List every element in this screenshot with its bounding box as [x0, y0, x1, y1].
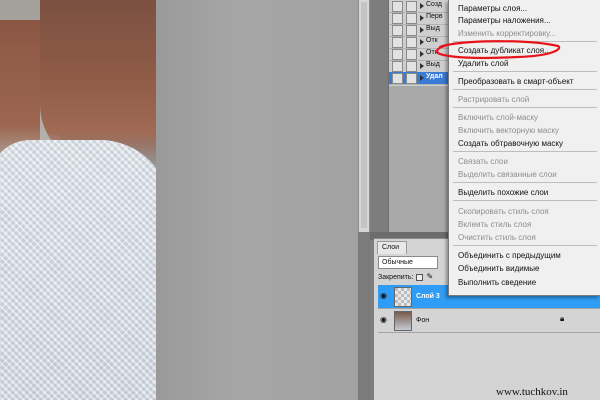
layer-context-menu: Параметры слоя... Параметры наложения...…	[448, 0, 600, 296]
expand-arrow-icon[interactable]	[420, 51, 424, 57]
dialog-toggle-icon[interactable]	[406, 37, 417, 48]
lock-icon: 🔒︎	[560, 314, 565, 323]
expand-arrow-icon[interactable]	[420, 15, 424, 21]
menu-item-rasterize-layer: Растрировать слой	[458, 95, 530, 104]
checkbox-icon[interactable]	[392, 61, 403, 72]
layer-thumbnail	[394, 287, 412, 307]
lock-pixels-brush-icon[interactable]: ✎	[426, 273, 434, 281]
menu-item-convert-smart-object[interactable]: Преобразовать в смарт-объект	[458, 77, 574, 86]
dialog-toggle-icon[interactable]	[406, 49, 417, 60]
canvas-background	[156, 0, 358, 400]
menu-item-enable-vector-mask: Включить векторную маску	[458, 126, 559, 135]
dialog-toggle-icon[interactable]	[406, 1, 417, 12]
menu-item-merge-down[interactable]: Объединить с предыдущим	[458, 251, 561, 260]
expand-arrow-icon[interactable]	[420, 27, 424, 33]
checkbox-icon[interactable]	[392, 25, 403, 36]
menu-separator	[453, 107, 597, 108]
tab-layers[interactable]: Слои	[377, 241, 407, 254]
menu-separator	[453, 151, 597, 152]
menu-item-layer-properties[interactable]: Параметры слоя...	[458, 4, 527, 13]
action-label: Отк	[426, 37, 438, 44]
menu-separator	[453, 245, 597, 246]
menu-separator	[453, 89, 597, 90]
menu-item-select-linked-layers: Выделить связанные слои	[458, 170, 557, 179]
menu-item-edit-adjustment: Изменить корректировку...	[458, 29, 557, 38]
expand-arrow-icon[interactable]	[420, 39, 424, 45]
action-label: Удал	[426, 73, 443, 80]
menu-item-paste-layer-style: Вклеить стиль слоя	[458, 220, 532, 229]
dialog-toggle-icon[interactable]	[406, 61, 417, 72]
menu-item-select-similar-layers[interactable]: Выделить похожие слои	[458, 188, 548, 197]
layer-row[interactable]: ◉ Фон 🔒︎	[378, 309, 600, 333]
eye-icon[interactable]: ◉	[380, 292, 390, 300]
menu-item-duplicate-layer[interactable]: Создать дубликат слоя...	[458, 46, 551, 55]
menu-separator	[453, 182, 597, 183]
checkbox-icon[interactable]	[392, 13, 403, 24]
lock-label: Закрепить:	[378, 273, 414, 281]
menu-item-link-layers: Связать слои	[458, 157, 508, 166]
checkbox-icon[interactable]	[392, 49, 403, 60]
vertical-scrollbar[interactable]	[358, 0, 370, 232]
menu-item-clear-layer-style: Очистить стиль слоя	[458, 233, 536, 242]
dialog-toggle-icon[interactable]	[406, 13, 417, 24]
menu-item-enable-layer-mask: Включить слой-маску	[458, 113, 538, 122]
menu-item-flatten-image[interactable]: Выполнить сведение	[458, 278, 536, 287]
expand-arrow-icon[interactable]	[420, 63, 424, 69]
layer-name[interactable]: Слой 3	[416, 293, 440, 300]
expand-arrow-icon[interactable]	[420, 75, 424, 81]
dialog-toggle-icon[interactable]	[406, 73, 417, 84]
watermark-text: www.tuchkov.in	[496, 386, 568, 398]
menu-separator	[453, 71, 597, 72]
lock-transparency-icon[interactable]	[416, 273, 424, 281]
menu-separator	[453, 200, 597, 201]
action-label: Выд	[426, 61, 440, 68]
expand-arrow-icon[interactable]	[420, 3, 424, 9]
dialog-toggle-icon[interactable]	[406, 25, 417, 36]
menu-item-create-clipping-mask[interactable]: Создать обтравочную маску	[458, 139, 563, 148]
checkbox-icon[interactable]	[392, 1, 403, 12]
canvas-photo	[0, 0, 156, 400]
layer-name[interactable]: Фон	[416, 317, 429, 324]
menu-item-delete-layer[interactable]: Удалить слой	[458, 59, 508, 68]
eye-icon[interactable]: ◉	[380, 316, 390, 324]
lock-row: Закрепить: ✎	[378, 271, 458, 283]
action-label: Созд	[426, 1, 443, 8]
menu-item-blending-options[interactable]: Параметры наложения...	[458, 16, 551, 25]
menu-item-merge-visible[interactable]: Объединить видимые	[458, 264, 539, 273]
menu-item-copy-layer-style: Скопировать стиль слоя	[458, 207, 549, 216]
layer-thumbnail	[394, 311, 412, 331]
menu-separator	[453, 41, 597, 42]
checkbox-icon[interactable]	[392, 73, 403, 84]
checkbox-icon[interactable]	[392, 37, 403, 48]
blend-mode-select[interactable]: Обычные	[378, 256, 438, 269]
action-label: Перв	[426, 13, 443, 20]
action-label: Отк	[426, 49, 438, 56]
action-label: Выд	[426, 25, 440, 32]
